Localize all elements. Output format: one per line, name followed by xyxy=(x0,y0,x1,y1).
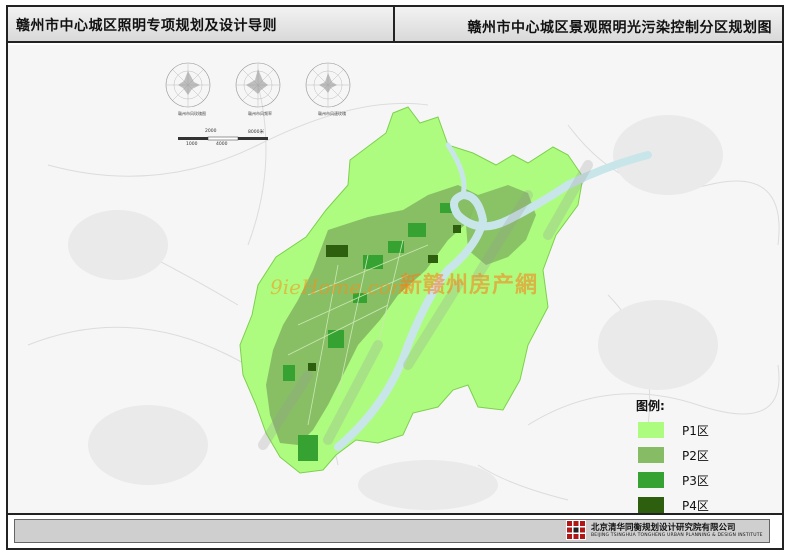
institute-name: 北京清华同衡规划设计研究院有限公司 xyxy=(591,523,736,533)
legend-swatch-p2 xyxy=(638,447,664,463)
legend-label: P1区 xyxy=(682,424,709,438)
scale-label-top-1: 2000 xyxy=(205,129,217,134)
wind-rose-2 xyxy=(235,62,281,108)
wind-rose-caption-3: 赣州市风速玫瑰 xyxy=(318,111,346,116)
map-sheet-frame: 赣州市中心城区照明专项规划及设计导则 赣州市中心城区景观照明光污染控制分区规划图 xyxy=(6,5,784,550)
legend-label: P2区 xyxy=(682,449,709,463)
scale-label-top-2: 8000米 xyxy=(248,130,264,135)
legend-item-p3: P3区 xyxy=(636,470,746,492)
legend-label: P4区 xyxy=(682,499,709,513)
wind-rose-1 xyxy=(165,62,211,108)
legend-swatch-p3 xyxy=(638,472,664,488)
institute-name-english: BEIJING TSINGHUA TONGHENG URBAN PLANNING… xyxy=(591,533,763,538)
watermark-url: 9ieHome.com xyxy=(270,275,410,299)
title-bar-left-cell: 赣州市中心城区照明专项规划及设计导则 xyxy=(8,7,395,41)
scale-label-bottom-2: 4000 xyxy=(216,142,228,147)
legend-item-p2: P2区 xyxy=(636,445,746,467)
footer-bar: 北京清华同衡规划设计研究院有限公司 BEIJING TSINGHUA TONGH… xyxy=(8,513,782,548)
wind-rose-caption-2: 赣州市风频率 xyxy=(248,111,272,116)
legend: 图例: P1区 P2区 P3区 P4区 xyxy=(636,397,746,513)
scale-bar xyxy=(178,136,268,141)
legend-swatch-p4 xyxy=(638,497,664,513)
legend-item-p1: P1区 xyxy=(636,420,746,442)
legend-item-p4: P4区 xyxy=(636,495,746,513)
document-title: 赣州市中心城区照明专项规划及设计导则 xyxy=(16,18,277,34)
title-bar: 赣州市中心城区照明专项规划及设计导则 赣州市中心城区景观照明光污染控制分区规划图 xyxy=(8,7,782,43)
wind-rose-caption-1: 赣州市风玫瑰图 xyxy=(178,111,206,116)
wind-rose-3 xyxy=(305,62,351,108)
map-area: 赣州市风玫瑰图 赣州市风频率 赣州市风速玫瑰 2000 8000米 1000 4… xyxy=(8,45,782,513)
institute-logo-icon xyxy=(566,520,586,540)
legend-title: 图例: xyxy=(636,399,665,413)
map-title: 赣州市中心城区景观照明光污染控制分区规划图 xyxy=(467,20,772,36)
legend-label: P3区 xyxy=(682,474,709,488)
watermark-brand: 新赣州房产網 xyxy=(400,273,539,298)
scale-label-bottom-1: 1000 xyxy=(186,142,198,147)
legend-swatch-p1 xyxy=(638,422,664,438)
